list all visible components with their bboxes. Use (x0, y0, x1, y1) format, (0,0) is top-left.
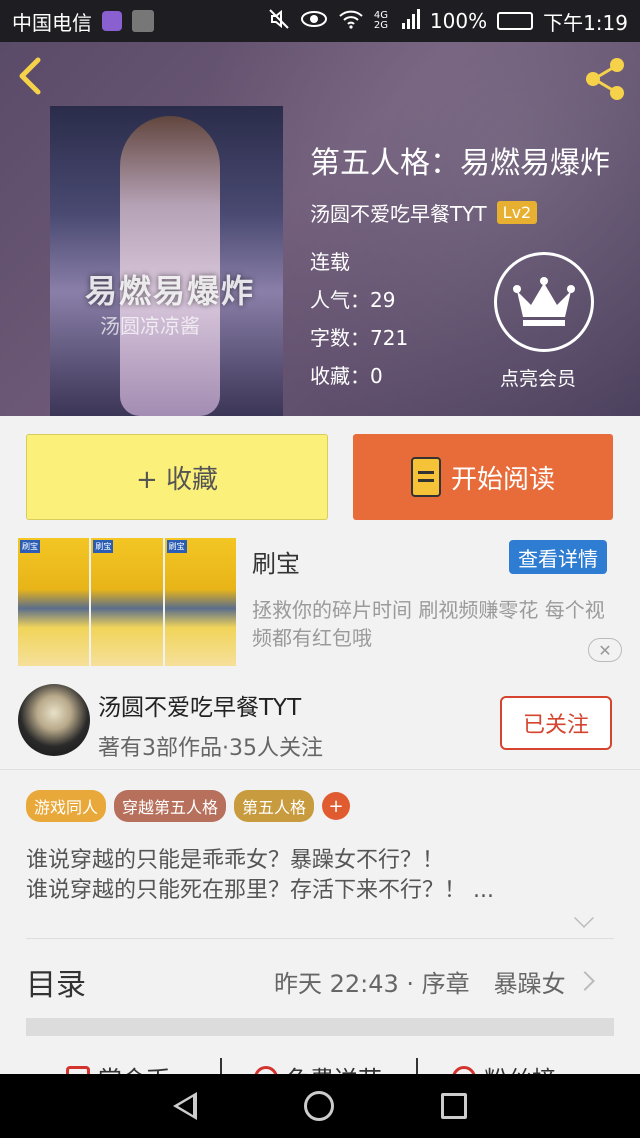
nav-back-icon[interactable] (173, 1092, 198, 1120)
tag-list: 游戏同人 穿越第五人格 第五人格 + (26, 790, 351, 822)
chevron-left-icon (19, 57, 41, 95)
book-description[interactable]: 谁说穿越的只能是乖乖女？暴躁女不行？！ 谁说穿越的只能死在那里？存活下来不行？！… (26, 846, 606, 906)
action-bar: + 收藏 开始阅读 (0, 416, 640, 534)
network-type: 4G 2G (373, 10, 389, 31)
share-button[interactable] (582, 56, 628, 102)
cover-author-text: 汤圆凉凉酱 (100, 314, 200, 338)
book-author-row[interactable]: 汤圆不爱吃早餐TYT Lv2 (310, 198, 538, 227)
mute-icon (268, 8, 290, 35)
book-favorites: 收藏：0 (310, 364, 383, 388)
follow-button[interactable]: 已关注 (500, 696, 612, 750)
carrier-label: 中国电信 (12, 10, 92, 35)
system-navigation-bar (0, 1074, 640, 1138)
ad-banner[interactable]: 刷宝 刷宝 刷宝 刷宝 查看详情 拯救你的碎片时间 刷视频赚零花 每个视频都有红… (0, 534, 640, 674)
section-separator (26, 1018, 614, 1036)
coin-icon (66, 1065, 90, 1074)
tab-divider (416, 1058, 418, 1074)
status-bar-right: 4G 2G 100% 下午1:19 (268, 7, 628, 36)
tab-divider (220, 1058, 222, 1074)
battery-icon (497, 12, 534, 30)
battery-percent: 100% (429, 9, 488, 33)
ad-description: 拯救你的碎片时间 刷视频赚零花 每个视频都有红包哦 (252, 598, 605, 650)
nav-home-icon[interactable] (303, 1091, 334, 1121)
clock: 下午1:19 (543, 10, 628, 35)
divider (26, 938, 614, 939)
ad-close-button[interactable]: ✕ (588, 638, 622, 662)
description-line: 谁说穿越的只能是乖乖女？暴躁女不行？！ (26, 848, 445, 873)
member-label[interactable]: 点亮会员 (500, 364, 576, 391)
table-of-contents-row[interactable]: 目录 昨天 22:43 · 序章 暴躁女 (0, 946, 640, 1016)
book-status: 连载 (310, 250, 350, 274)
ad-detail-button[interactable]: 查看详情 (509, 540, 607, 574)
start-reading-label: 开始阅读 (450, 464, 555, 495)
app-notification-icon (102, 11, 122, 31)
book-author[interactable]: 汤圆不爱吃早餐TYT (310, 198, 487, 227)
tab-label: 赏金币 (98, 1060, 170, 1074)
member-button[interactable] (494, 252, 594, 352)
tag-time-travel[interactable]: 穿越第五人格 (114, 790, 227, 822)
latest-chapter: 昨天 22:43 · 序章 暴躁女 (274, 970, 566, 998)
expand-description-icon[interactable] (574, 908, 594, 928)
author-stats: 著有3部作品·35人关注 (98, 736, 323, 761)
tag-identity-v[interactable]: 第五人格 (234, 790, 315, 822)
favorite-button[interactable]: + 收藏 (26, 434, 328, 520)
back-button[interactable] (14, 56, 54, 100)
book-title: 第五人格：易燃易爆炸 (310, 146, 610, 181)
tab-send-flowers[interactable]: 免费送花 (254, 1060, 382, 1074)
ad-thumbnail: 刷宝 (164, 538, 236, 666)
nav-recent-apps-icon[interactable] (440, 1093, 467, 1119)
crown-icon (513, 277, 575, 326)
ranking-icon (452, 1065, 476, 1074)
description-line: 谁说穿越的只能死在那里？存活下来不行？！ ... (26, 878, 494, 903)
flower-icon (254, 1065, 278, 1074)
author-avatar[interactable] (18, 684, 90, 756)
book-header: 易燃易爆炸 汤圆凉凉酱 第五人格：易燃易爆炸 汤圆不爱吃早餐TYT Lv2 连载… (0, 42, 640, 416)
start-reading-button[interactable]: 开始阅读 (353, 434, 613, 520)
chevron-right-icon (575, 971, 595, 991)
reward-tabs: 赏金币 免费送花 粉丝榜 (0, 1044, 640, 1074)
book-popularity: 人气：29 (310, 288, 396, 312)
tab-reward-coins[interactable]: 赏金币 (66, 1060, 170, 1074)
ad-name: 刷宝 (252, 550, 300, 578)
tab-label: 免费送花 (286, 1060, 382, 1074)
tab-label: 粉丝榜 (484, 1060, 556, 1074)
cover-title-text: 易燃易爆炸 (84, 272, 255, 310)
ad-thumb-tag: 刷宝 (20, 540, 40, 553)
tab-fan-ranking[interactable]: 粉丝榜 (452, 1060, 556, 1074)
ad-thumbnail: 刷宝 (91, 538, 163, 666)
wifi-icon (338, 9, 364, 34)
book-icon (410, 457, 441, 497)
author-name[interactable]: 汤圆不爱吃早餐TYT (98, 688, 301, 722)
tag-game-fanfic[interactable]: 游戏同人 (26, 790, 107, 822)
avatar-notification-icon (132, 10, 154, 32)
author-card[interactable]: 汤圆不爱吃早餐TYT 著有3部作品·35人关注 已关注 (0, 674, 640, 770)
ad-thumbnails[interactable]: 刷宝 刷宝 刷宝 (18, 538, 236, 666)
ad-thumb-tag: 刷宝 (93, 540, 114, 553)
ad-thumb-tag: 刷宝 (166, 540, 187, 553)
add-tag-button[interactable]: + (322, 792, 351, 820)
toc-label: 目录 (26, 968, 86, 1003)
level-badge: Lv2 (496, 201, 538, 224)
share-icon (586, 58, 624, 100)
status-bar: 中国电信 4G 2G 100% 下午1:19 (0, 0, 640, 42)
book-word-count: 字数：721 (310, 326, 409, 350)
signal-icon (401, 8, 420, 34)
eye-icon (300, 9, 328, 34)
ad-thumbnail: 刷宝 (18, 538, 90, 666)
status-bar-left: 中国电信 (12, 7, 154, 36)
book-cover[interactable]: 易燃易爆炸 汤圆凉凉酱 (50, 106, 283, 416)
